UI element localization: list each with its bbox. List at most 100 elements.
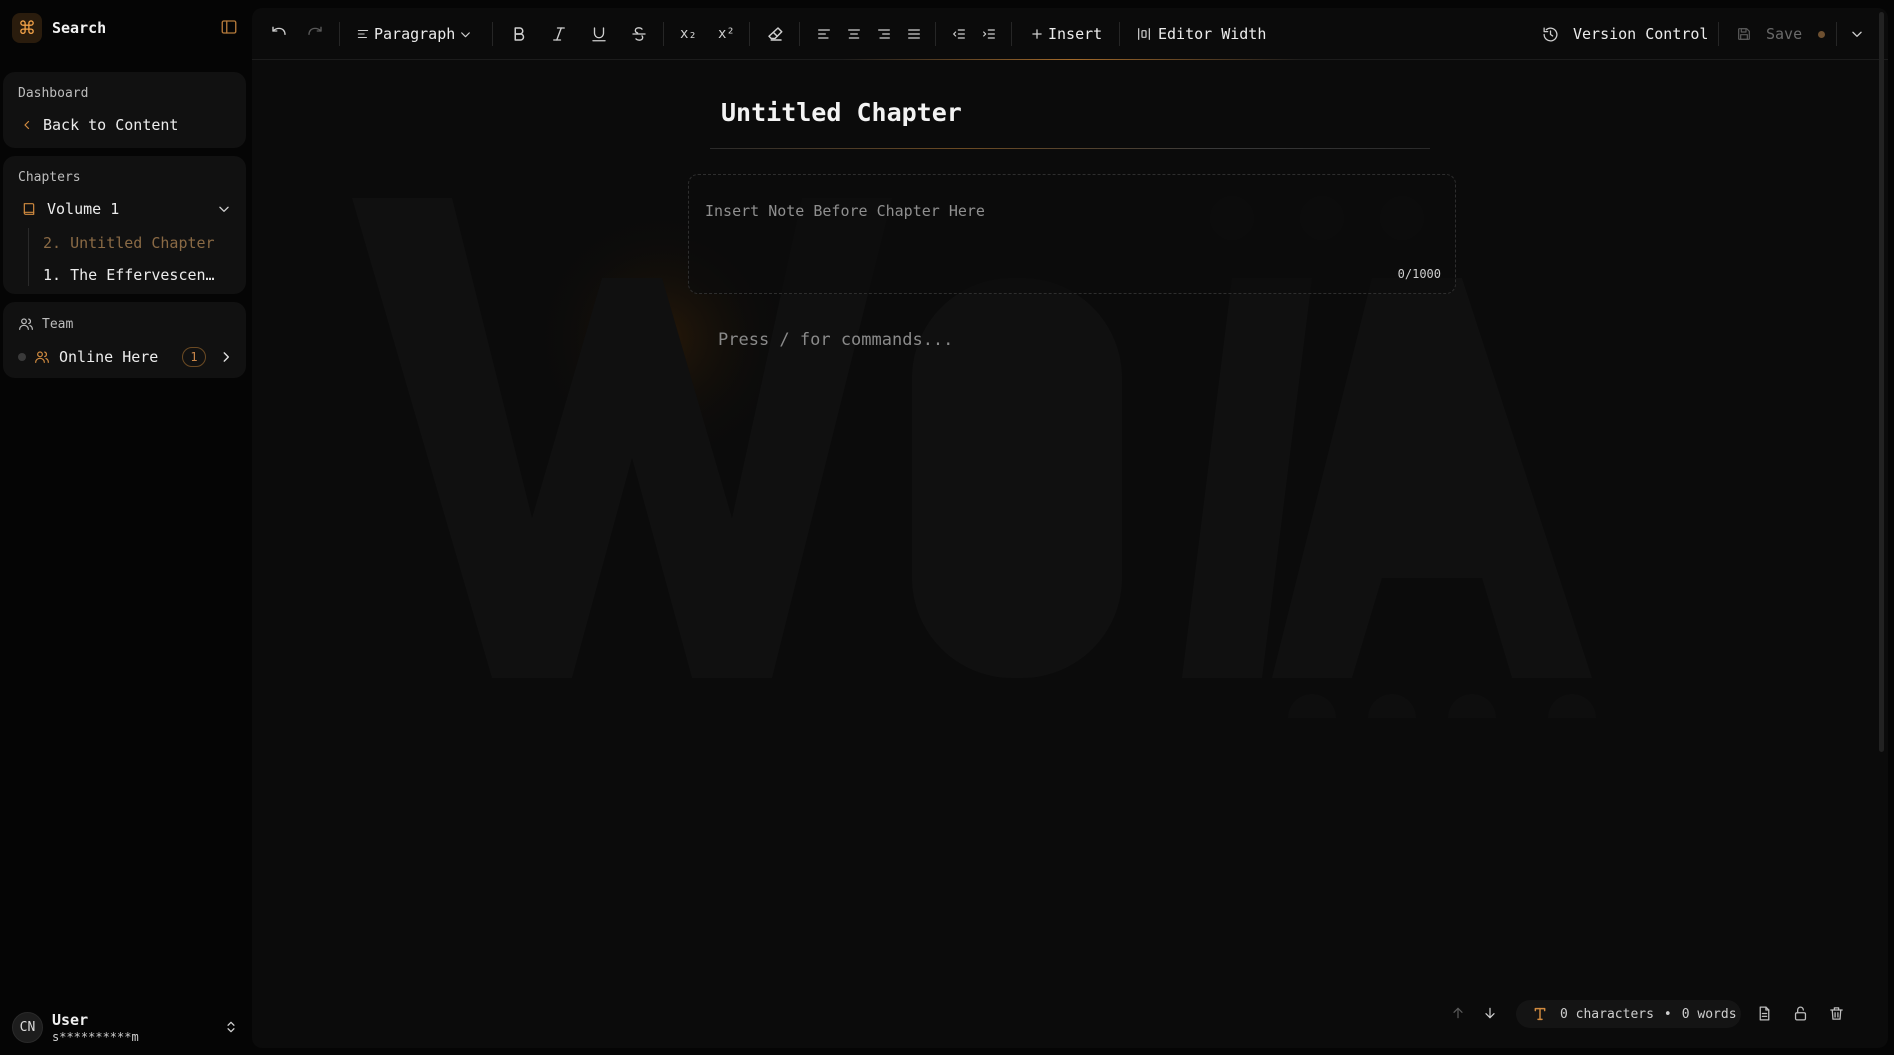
save-label: Save bbox=[1766, 25, 1803, 43]
align-left-icon bbox=[356, 27, 370, 41]
chevron-left-icon bbox=[21, 118, 33, 132]
history-icon bbox=[1542, 26, 1559, 43]
undo-icon[interactable] bbox=[270, 21, 288, 47]
back-to-content-label: Back to Content bbox=[43, 116, 179, 134]
align-justify-icon[interactable] bbox=[906, 21, 922, 47]
editor-body[interactable]: Press / for commands... bbox=[718, 330, 953, 350]
volume-item[interactable]: Volume 1 bbox=[21, 200, 231, 218]
trash-icon[interactable] bbox=[1828, 1005, 1845, 1022]
word-count-pill: 0 characters • 0 words bbox=[1516, 1000, 1741, 1028]
chevron-down-icon bbox=[459, 28, 472, 41]
underline-icon[interactable] bbox=[590, 21, 608, 47]
team-label: Team bbox=[42, 316, 74, 332]
insert-label: Insert bbox=[1048, 25, 1103, 43]
save-icon bbox=[1736, 26, 1752, 42]
chapter-item-2[interactable]: 2. Untitled Chapter bbox=[43, 234, 215, 252]
superscript-button[interactable]: x² bbox=[718, 21, 735, 47]
toolbar-separator bbox=[1718, 22, 1719, 46]
status-separator: • bbox=[1663, 1006, 1672, 1022]
chevron-right-icon[interactable] bbox=[219, 350, 233, 364]
team-header: Team bbox=[18, 316, 73, 332]
team-card: Team Online Here 1 bbox=[3, 302, 246, 378]
outdent-icon[interactable] bbox=[951, 21, 967, 47]
word-count: 0 words bbox=[1681, 1006, 1737, 1022]
sidebar-toggle-icon[interactable] bbox=[220, 18, 238, 36]
toolbar-separator bbox=[1119, 22, 1120, 46]
version-control-button[interactable]: Version Control bbox=[1542, 21, 1708, 47]
avatar: CN bbox=[12, 1012, 43, 1043]
eraser-icon[interactable] bbox=[766, 21, 784, 47]
chapter-item-1[interactable]: 1. The Effervescen… bbox=[43, 266, 215, 284]
toolbar-separator bbox=[799, 22, 800, 46]
toolbar-accent-line bbox=[842, 59, 1302, 60]
user-name: User bbox=[52, 1011, 89, 1029]
chapters-label: Chapters bbox=[18, 170, 81, 185]
book-icon bbox=[21, 201, 37, 217]
note-placeholder: Insert Note Before Chapter Here bbox=[705, 202, 985, 220]
scrollbar[interactable] bbox=[1879, 12, 1884, 752]
toolbar-separator bbox=[935, 22, 936, 46]
plus-icon bbox=[1030, 27, 1044, 41]
text-icon bbox=[1532, 1006, 1548, 1022]
user-menu[interactable]: CN User s**********m bbox=[12, 1010, 240, 1046]
version-control-label: Version Control bbox=[1573, 25, 1709, 43]
chapter-title[interactable]: Untitled Chapter bbox=[721, 98, 962, 127]
arrow-up-icon[interactable] bbox=[1450, 1005, 1466, 1021]
indent-icon[interactable] bbox=[981, 21, 997, 47]
toolbar-separator bbox=[492, 22, 493, 46]
paragraph-label: Paragraph bbox=[374, 25, 456, 43]
save-button[interactable]: Save bbox=[1736, 21, 1826, 47]
chapter-note-field[interactable]: Insert Note Before Chapter Here 0/1000 bbox=[688, 174, 1456, 294]
character-count: 0 characters bbox=[1560, 1006, 1654, 1022]
toolbar-separator bbox=[663, 22, 664, 46]
users-icon bbox=[18, 316, 34, 332]
align-center-icon[interactable] bbox=[846, 21, 862, 47]
chevron-down-icon[interactable] bbox=[217, 202, 231, 216]
chapter-tree-line bbox=[28, 228, 29, 286]
document-icon[interactable] bbox=[1756, 1005, 1773, 1022]
chevron-down-icon[interactable] bbox=[1850, 21, 1864, 47]
align-right-icon[interactable] bbox=[876, 21, 892, 47]
chapters-card: Chapters Volume 1 2. Untitled Chapter 1.… bbox=[3, 156, 246, 294]
online-count-badge: 1 bbox=[182, 347, 206, 367]
toolbar-separator bbox=[1011, 22, 1012, 46]
presence-dot bbox=[18, 353, 26, 361]
align-left-icon[interactable] bbox=[816, 21, 832, 47]
note-character-count: 0/1000 bbox=[1397, 267, 1441, 281]
title-divider bbox=[710, 148, 1430, 149]
chevrons-up-down-icon[interactable] bbox=[224, 1019, 238, 1035]
editor-panel: Paragraph x₂ x² Insert Editor Width Vers… bbox=[252, 8, 1888, 1048]
users-icon bbox=[34, 349, 50, 365]
editor-toolbar: Paragraph x₂ x² Insert Editor Width Vers… bbox=[252, 8, 1888, 60]
search-label[interactable]: Search bbox=[52, 19, 106, 37]
toolbar-separator bbox=[1836, 22, 1837, 46]
subscript-button[interactable]: x₂ bbox=[680, 21, 697, 47]
insert-button[interactable]: Insert bbox=[1030, 21, 1102, 47]
command-icon[interactable]: ⌘ bbox=[12, 13, 42, 43]
arrow-down-icon[interactable] bbox=[1482, 1005, 1498, 1021]
toolbar-separator bbox=[749, 22, 750, 46]
lock-icon[interactable] bbox=[1792, 1005, 1809, 1022]
editor-width-button[interactable]: Editor Width bbox=[1136, 21, 1266, 47]
sidebar-header: ⌘ Search bbox=[12, 12, 240, 44]
volume-label: Volume 1 bbox=[47, 200, 120, 218]
bold-icon[interactable] bbox=[510, 21, 528, 47]
redo-icon[interactable] bbox=[306, 21, 324, 47]
back-to-content-link[interactable]: Back to Content bbox=[21, 116, 178, 134]
chapter-item-label: 2. Untitled Chapter bbox=[43, 234, 215, 252]
editor-width-label: Editor Width bbox=[1158, 25, 1267, 43]
user-email: s**********m bbox=[52, 1030, 139, 1044]
online-here-item[interactable]: Online Here 1 bbox=[18, 347, 233, 367]
status-bar: 0 characters • 0 words bbox=[252, 996, 1888, 1032]
dashboard-label: Dashboard bbox=[18, 86, 89, 101]
sidebar: ⌘ Search Dashboard Back to Content Chapt… bbox=[0, 0, 252, 1055]
editor-width-icon bbox=[1136, 26, 1152, 42]
chapter-item-label: 1. The Effervescen… bbox=[43, 266, 215, 284]
online-here-label: Online Here bbox=[59, 348, 159, 366]
toolbar-separator bbox=[339, 22, 340, 46]
dashboard-card: Dashboard Back to Content bbox=[3, 72, 246, 148]
italic-icon[interactable] bbox=[550, 21, 568, 47]
unsaved-dot bbox=[1818, 30, 1826, 38]
strikethrough-icon[interactable] bbox=[630, 21, 648, 47]
paragraph-select[interactable]: Paragraph bbox=[356, 21, 472, 47]
